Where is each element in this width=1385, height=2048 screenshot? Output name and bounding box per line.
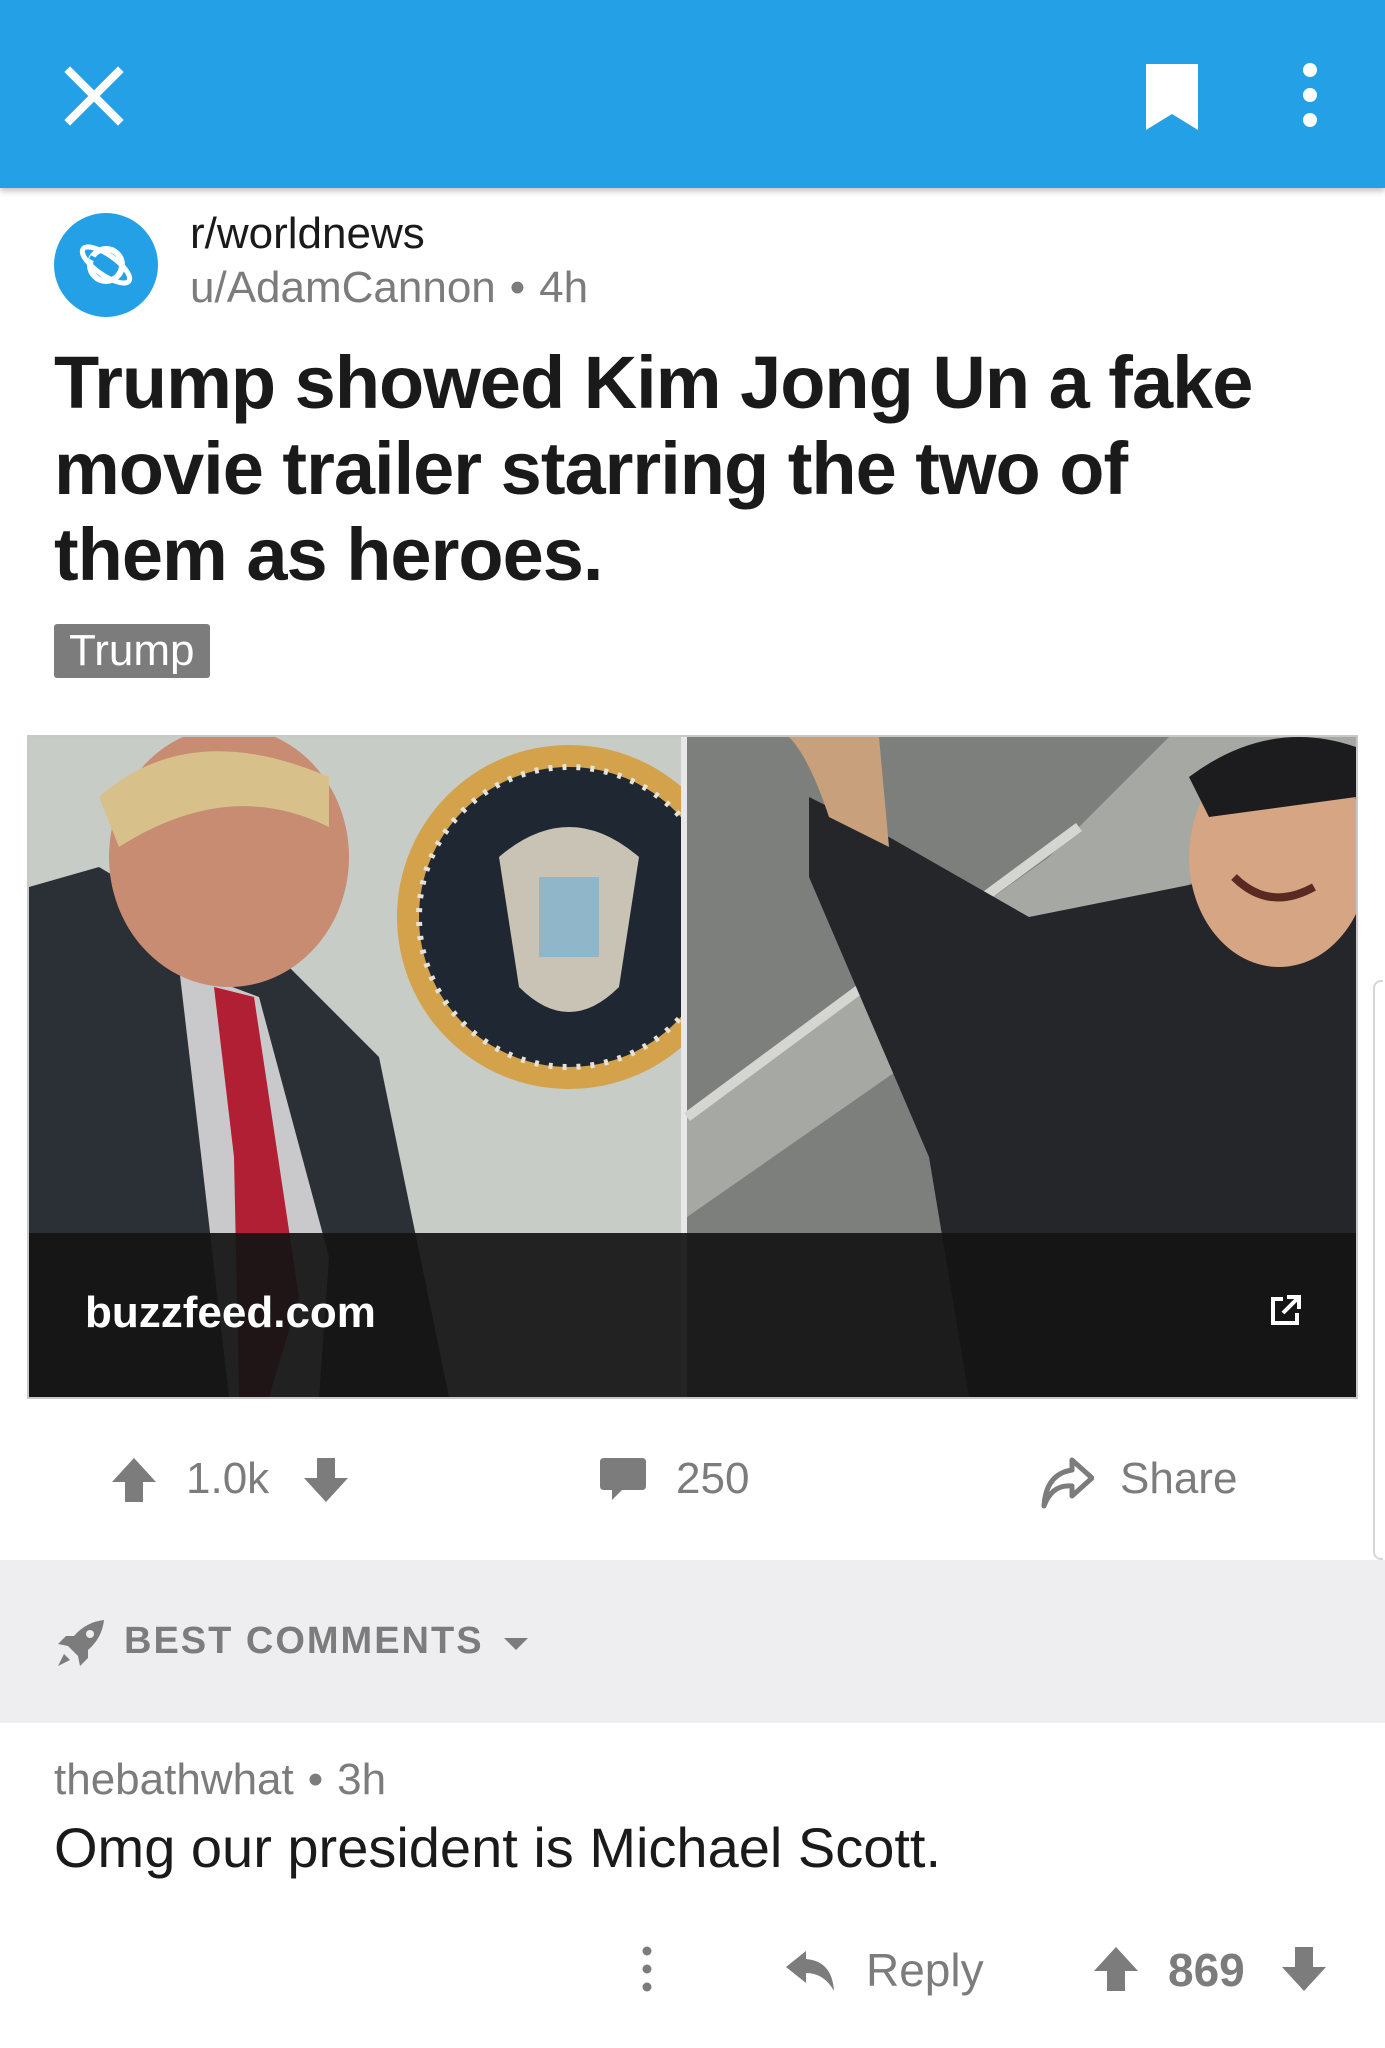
subreddit-name[interactable]: r/worldnews	[190, 209, 425, 259]
close-icon	[64, 66, 124, 126]
share-arrow-icon[interactable]	[1038, 1454, 1094, 1510]
app-toolbar	[0, 0, 1385, 188]
post-author[interactable]: u/AdamCannon	[190, 263, 496, 312]
close-button[interactable]	[60, 62, 128, 130]
upvote-arrow-icon[interactable]	[110, 1456, 158, 1504]
reply-arrow-icon[interactable]	[784, 1947, 838, 1995]
downvote-arrow-icon[interactable]	[302, 1456, 350, 1504]
subreddit-avatar[interactable]	[54, 213, 158, 317]
post-title[interactable]: Trump showed Kim Jong Un a fake movie tr…	[54, 340, 1314, 598]
post-header: r/worldnews u/AdamCannon • 4h	[54, 205, 1334, 325]
link-domain: buzzfeed.com	[85, 1288, 376, 1337]
share-button-label[interactable]: Share	[1120, 1454, 1237, 1504]
downvote-arrow-icon[interactable]	[1280, 1945, 1328, 1993]
comment-sort-bar: BEST COMMENTS	[0, 1560, 1385, 1723]
post-action-bar: 1.0k 250 Share	[0, 1440, 1385, 1520]
post-age: 4h	[539, 263, 589, 312]
planet-icon	[79, 244, 133, 286]
comment-count[interactable]: 250	[676, 1454, 749, 1504]
comment: thebathwhat • 3h Omg our president is Mich…	[0, 1723, 1385, 2048]
comment-sort-label: BEST COMMENTS	[124, 1620, 484, 1662]
post-score: 1.0k	[186, 1454, 270, 1503]
more-vertical-icon	[1303, 63, 1317, 127]
comment-bubble-icon[interactable]	[598, 1456, 648, 1504]
rocket-icon	[58, 1620, 104, 1666]
comment-meta: thebathwhat • 3h	[54, 1755, 386, 1805]
post-meta: u/AdamCannon • 4h	[190, 263, 588, 313]
scrollbar[interactable]	[1373, 980, 1383, 1560]
comment-age: 3h	[337, 1755, 387, 1804]
upvote-arrow-icon[interactable]	[1092, 1945, 1140, 1993]
reply-button-label[interactable]: Reply	[866, 1943, 984, 1997]
meta-separator: •	[509, 263, 526, 312]
meta-separator: •	[307, 1755, 324, 1804]
link-preview-card[interactable]: buzzfeed.com	[27, 735, 1358, 1399]
comment-author[interactable]: thebathwhat	[54, 1755, 294, 1804]
more-vertical-icon[interactable]	[630, 1945, 664, 1993]
chevron-down-icon	[504, 1638, 528, 1650]
post-flair[interactable]: Trump	[54, 624, 210, 678]
comment-score: 869	[1168, 1944, 1245, 1996]
bookmark-icon	[1146, 64, 1198, 130]
save-post-button[interactable]	[1140, 60, 1204, 134]
external-link-icon	[1271, 1295, 1301, 1325]
comment-body: Omg our president is Michael Scott.	[54, 1816, 942, 1879]
link-domain-bar: buzzfeed.com	[29, 1233, 1356, 1397]
more-options-button[interactable]	[1290, 62, 1330, 128]
